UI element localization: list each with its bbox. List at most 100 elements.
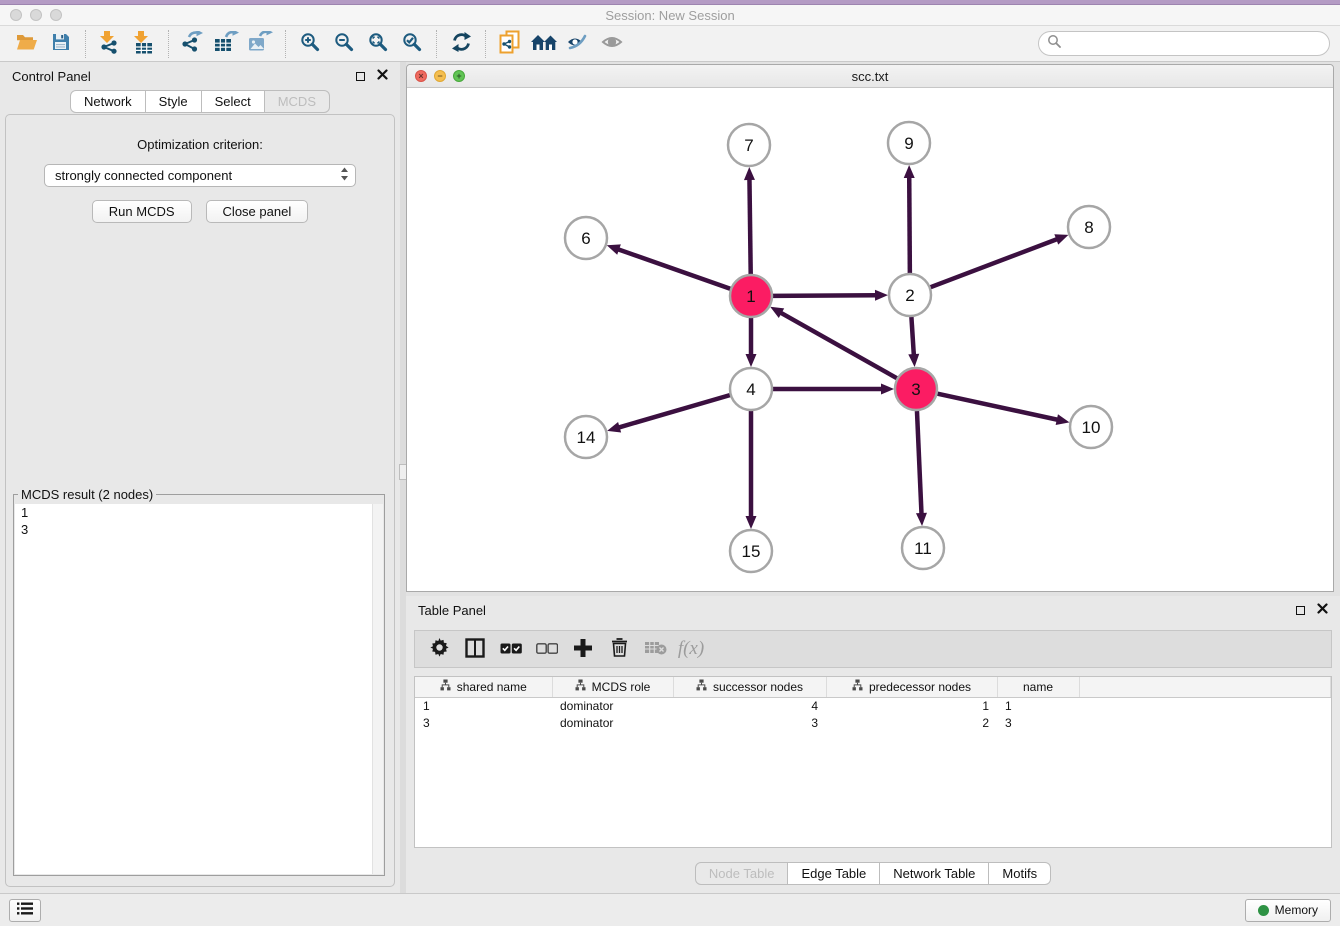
tab-motifs[interactable]: Motifs <box>989 862 1051 885</box>
graph-edge[interactable] <box>773 290 888 301</box>
import-table-button[interactable] <box>127 29 161 59</box>
table-cell[interactable]: 4 <box>673 697 826 714</box>
close-window-button[interactable] <box>10 9 22 21</box>
table-cell[interactable]: dominator <box>552 697 673 714</box>
delete-columns-button[interactable] <box>603 633 635 665</box>
minimize-window-button[interactable] <box>30 9 42 21</box>
close-panel-button[interactable]: Close panel <box>206 200 309 223</box>
column-header-shared-name[interactable]: shared name <box>415 677 552 697</box>
import-network-button[interactable] <box>93 29 127 59</box>
zoom-in-button[interactable] <box>293 29 327 59</box>
apply-layout-button[interactable] <box>444 29 478 59</box>
graph-edge[interactable] <box>607 395 730 432</box>
first-neighbors-button[interactable] <box>527 29 561 59</box>
network-canvas-svg[interactable]: 7 9 6 8 1 2 4 3 14 10 15 11 <box>407 88 1333 591</box>
show-columns-button[interactable] <box>459 633 491 665</box>
mcds-result-box: MCDS result (2 nodes) 1 3 <box>13 487 385 876</box>
hide-selection-button[interactable] <box>561 29 595 59</box>
graph-node[interactable]: 8 <box>1068 206 1110 248</box>
graph-edge[interactable] <box>770 307 897 378</box>
column-header-successor-nodes[interactable]: successor nodes <box>673 677 826 697</box>
column-header-name[interactable]: name <box>997 677 1079 697</box>
table-cell[interactable]: 1 <box>415 697 552 714</box>
show-log-button[interactable] <box>9 899 41 922</box>
export-image-button[interactable] <box>244 29 278 59</box>
function-builder-button[interactable]: f(x) <box>675 633 707 665</box>
float-panel-icon[interactable] <box>356 72 365 81</box>
node-table[interactable]: shared nameMCDS rolesuccessor nodesprede… <box>415 677 1331 731</box>
graph-edge[interactable] <box>744 167 755 274</box>
network-minimize-button[interactable]: − <box>434 70 446 82</box>
show-all-button[interactable] <box>595 29 629 59</box>
graph-edge[interactable] <box>607 244 730 288</box>
table-cell[interactable]: 2 <box>826 714 997 731</box>
table-cell[interactable]: 3 <box>997 714 1079 731</box>
graph-node[interactable]: 14 <box>565 416 607 458</box>
zoom-selected-button[interactable] <box>395 29 429 59</box>
graph-node[interactable]: 6 <box>565 217 607 259</box>
tab-network-table[interactable]: Network Table <box>880 862 989 885</box>
graph-edge[interactable] <box>908 317 919 367</box>
delete-table-button[interactable] <box>639 633 671 665</box>
tab-network[interactable]: Network <box>70 90 146 113</box>
table-settings-button[interactable] <box>423 633 455 665</box>
close-panel-icon[interactable] <box>377 67 388 85</box>
graph-edge[interactable] <box>937 394 1069 425</box>
graph-edge[interactable] <box>931 234 1069 287</box>
add-column-icon <box>574 639 592 660</box>
memory-button[interactable]: Memory <box>1245 899 1331 922</box>
graph-node[interactable]: 11 <box>902 527 944 569</box>
mcds-result-scrollbar[interactable] <box>372 504 383 874</box>
table-settings-gear-icon <box>430 638 449 660</box>
tab-edge-table[interactable]: Edge Table <box>788 862 880 885</box>
graph-edge[interactable] <box>904 165 915 273</box>
graph-node[interactable]: 1 <box>730 275 772 317</box>
graph-node[interactable]: 15 <box>730 530 772 572</box>
tab-select[interactable]: Select <box>202 90 265 113</box>
graph-node[interactable]: 2 <box>889 274 931 316</box>
zoom-fit-button[interactable] <box>361 29 395 59</box>
export-table-button[interactable] <box>210 29 244 59</box>
table-panel: Table Panel <box>406 596 1340 893</box>
graph-edge[interactable] <box>746 318 757 367</box>
column-header-predecessor-nodes[interactable]: predecessor nodes <box>826 677 997 697</box>
graph-node[interactable]: 4 <box>730 368 772 410</box>
export-network-button[interactable] <box>176 29 210 59</box>
graph-edge[interactable] <box>773 384 894 395</box>
tab-mcds[interactable]: MCDS <box>265 90 330 113</box>
table-cell[interactable]: 1 <box>997 697 1079 714</box>
add-column-button[interactable] <box>567 633 599 665</box>
zoom-out-button[interactable] <box>327 29 361 59</box>
column-header-MCDS-role[interactable]: MCDS role <box>552 677 673 697</box>
graph-edge[interactable] <box>746 411 757 529</box>
graph-edge[interactable] <box>916 411 927 526</box>
run-mcds-button[interactable]: Run MCDS <box>92 200 192 223</box>
close-table-panel-icon[interactable] <box>1317 601 1328 619</box>
unselect-all-columns-button[interactable] <box>531 633 563 665</box>
graph-node[interactable]: 10 <box>1070 406 1112 448</box>
table-row[interactable]: 3dominator323 <box>415 714 1331 731</box>
table-cell[interactable]: 3 <box>673 714 826 731</box>
table-cell[interactable]: 1 <box>826 697 997 714</box>
search-box[interactable] <box>1038 31 1330 56</box>
tab-node-table[interactable]: Node Table <box>695 862 789 885</box>
network-zoom-button[interactable]: + <box>453 70 465 82</box>
network-close-button[interactable]: × <box>415 70 427 82</box>
table-cell[interactable]: dominator <box>552 714 673 731</box>
table-row[interactable]: 1dominator411 <box>415 697 1331 714</box>
tab-style[interactable]: Style <box>146 90 202 113</box>
graph-node[interactable]: 9 <box>888 122 930 164</box>
select-all-columns-button[interactable] <box>495 633 527 665</box>
open-file-button[interactable] <box>10 29 44 59</box>
graph-node[interactable]: 3 <box>895 368 937 410</box>
mcds-result-list[interactable]: 1 3 <box>15 504 383 874</box>
optimization-criterion-select[interactable]: strongly connected component <box>44 164 356 187</box>
table-cell[interactable]: 3 <box>415 714 552 731</box>
new-network-from-selection-button[interactable] <box>493 29 527 59</box>
search-input[interactable] <box>1066 35 1321 52</box>
graph-node[interactable]: 7 <box>728 124 770 166</box>
export-image-icon <box>248 31 274 57</box>
float-table-panel-icon[interactable] <box>1296 606 1305 615</box>
zoom-window-button[interactable] <box>50 9 62 21</box>
save-session-button[interactable] <box>44 29 78 59</box>
